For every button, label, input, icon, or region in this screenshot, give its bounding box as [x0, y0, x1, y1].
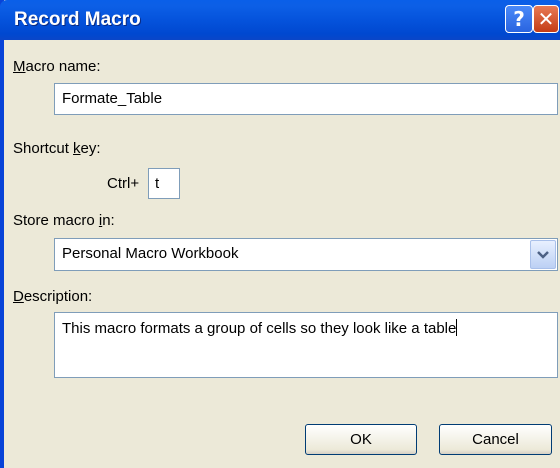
help-button[interactable]: ?	[505, 5, 533, 33]
description-label: Description:	[13, 288, 93, 305]
title-bar[interactable]: Record Macro ? ✕	[0, 0, 560, 40]
dropdown-button[interactable]	[530, 240, 556, 269]
store-macro-value: Personal Macro Workbook	[62, 245, 239, 262]
macro-name-label: Macro name:	[13, 58, 101, 75]
close-button[interactable]: ✕	[533, 5, 559, 33]
store-macro-select[interactable]: Personal Macro Workbook	[54, 238, 558, 271]
cancel-button[interactable]: Cancel	[439, 424, 552, 455]
text-cursor	[456, 319, 458, 336]
ok-button[interactable]: OK	[305, 424, 417, 455]
description-text: This macro formats a group of cells so t…	[62, 320, 457, 337]
chevron-down-icon	[537, 250, 549, 259]
close-icon: ✕	[537, 7, 555, 31]
macro-name-input[interactable]: Formate_Table	[54, 83, 558, 115]
ctrl-label: Ctrl+	[107, 175, 140, 192]
question-mark-icon: ?	[513, 7, 525, 31]
dialog-title: Record Macro	[14, 9, 141, 30]
shortcut-key-input[interactable]: t	[148, 168, 180, 199]
record-macro-dialog: Record Macro ? ✕ Macro name: Formate_Tab…	[0, 0, 560, 468]
shortcut-key-label: Shortcut key:	[13, 140, 101, 157]
store-macro-label: Store macro in:	[13, 212, 115, 229]
description-textarea[interactable]: This macro formats a group of cells so t…	[54, 312, 558, 378]
